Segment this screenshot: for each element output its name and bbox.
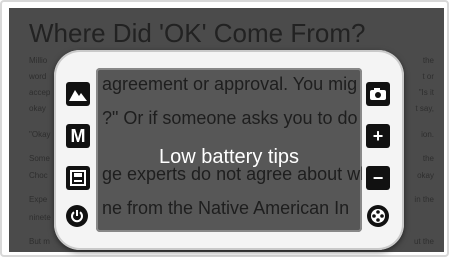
power-icon — [71, 210, 83, 223]
article-line: accep — [29, 88, 51, 97]
settings-button[interactable] — [367, 205, 389, 227]
article-line: the — [422, 56, 434, 65]
film-reel-icon — [371, 209, 385, 223]
power-button[interactable] — [66, 205, 88, 227]
article-line: in the — [414, 195, 434, 204]
save-button[interactable] — [66, 166, 90, 190]
zoom-out-button[interactable]: − — [366, 166, 390, 190]
article-title: Where Did 'OK' Come From? — [29, 18, 366, 48]
plus-icon: + — [372, 126, 384, 146]
article-line: Millio — [29, 56, 48, 65]
low-battery-toast: Low battery tips — [158, 146, 300, 168]
minus-icon: − — [372, 168, 384, 188]
article-line: word — [29, 72, 47, 81]
magnified-text-line: ne from the Native American In — [102, 198, 350, 218]
magnifier-device: agreement or approval. You mig ?" Or if … — [54, 50, 404, 250]
contrast-mode-button[interactable] — [66, 82, 90, 106]
article-line: "Okay — [29, 130, 51, 139]
magnified-text-line: ?" Or if someone asks you to do s — [102, 108, 362, 128]
article-line: ninete — [29, 213, 51, 222]
article-line: Choc — [29, 171, 48, 180]
mode-m-button[interactable]: M — [66, 124, 90, 148]
article-line: "Is it — [418, 88, 434, 97]
article-line: t or — [422, 72, 434, 81]
m-letter-icon: M — [70, 126, 86, 146]
floppy-disk-icon — [70, 170, 86, 186]
article-line: the — [422, 154, 434, 163]
article-line: t say, — [415, 104, 434, 113]
magnified-text-line: agreement or approval. You mig — [102, 74, 358, 94]
article-line: Some — [29, 154, 50, 163]
zoom-in-button[interactable]: + — [366, 124, 390, 148]
article-line: okay — [417, 171, 434, 180]
camera-icon — [370, 88, 386, 100]
article-line: ut the — [413, 237, 434, 246]
article-line: But m — [29, 237, 50, 246]
camera-button[interactable] — [366, 82, 390, 106]
article-line: okay — [29, 104, 46, 113]
magnifier-view: agreement or approval. You mig ?" Or if … — [96, 68, 362, 232]
article-line: ion. — [421, 130, 434, 139]
mountain-icon — [69, 90, 87, 101]
article-line: Expe — [29, 195, 48, 204]
